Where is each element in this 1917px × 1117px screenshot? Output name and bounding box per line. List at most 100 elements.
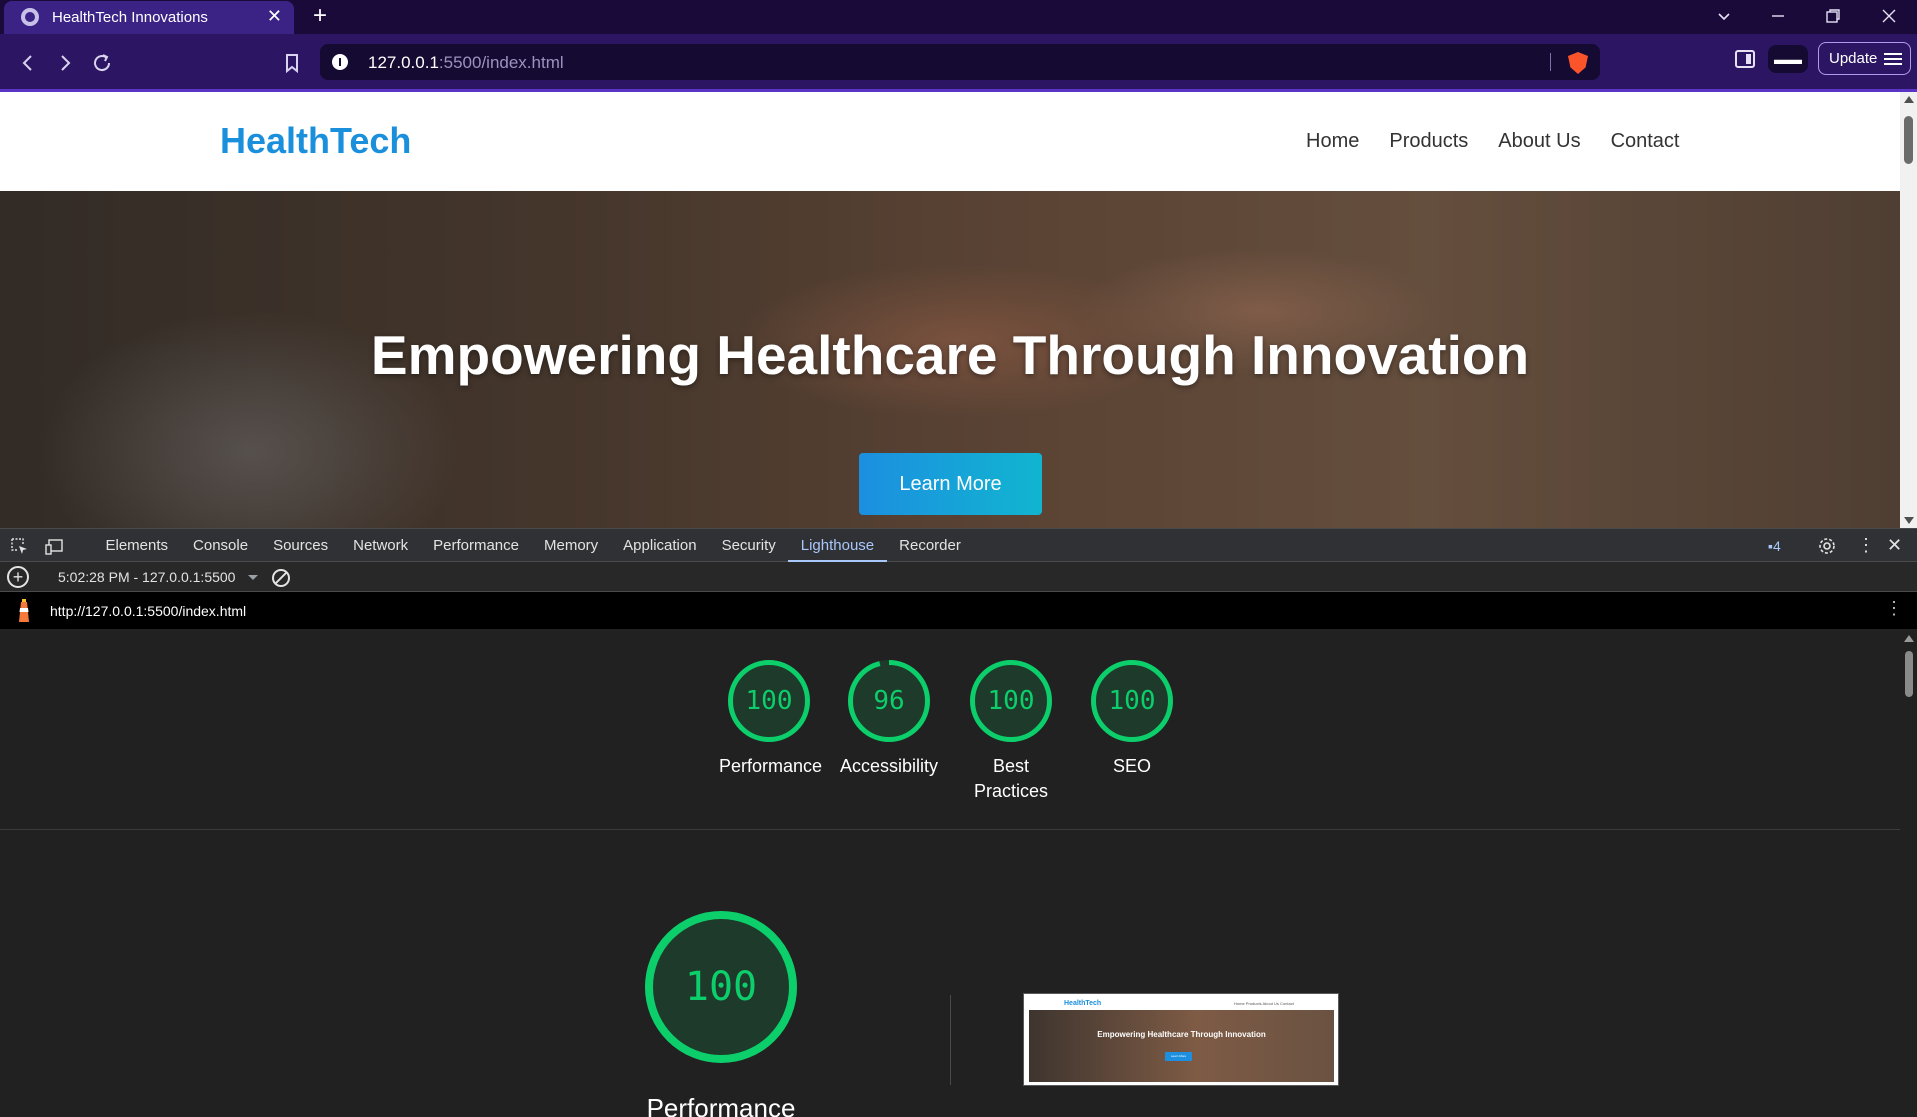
tab-elements[interactable]: Elements [93, 529, 181, 563]
lighthouse-logo-icon [14, 598, 34, 624]
nav-link-products[interactable]: Products [1389, 130, 1468, 153]
back-icon[interactable] [16, 51, 40, 75]
thumb-header: HealthTech Home Products About Us Contac… [1029, 998, 1334, 1010]
browser-toolbar: 127.0.0.1:5500/index.html ▬▬ Update [0, 34, 1917, 92]
report-scrollbar[interactable] [1900, 629, 1917, 1117]
page-screenshot-thumbnail[interactable]: HealthTech Home Products About Us Contac… [1023, 993, 1339, 1086]
score-gauge-best-practices[interactable]: 100 Best Practices [961, 660, 1061, 804]
devtools-tabs: Elements Console Sources Network Perform… [93, 529, 973, 563]
minimize-icon[interactable] [1770, 8, 1786, 24]
thumb-hero: Empowering Healthcare Through Innovation… [1029, 1010, 1334, 1082]
lighthouse-toolbar: + 5:02:28 PM - 127.0.0.1:5500 [0, 562, 1917, 592]
scroll-down-icon[interactable] [1904, 517, 1914, 524]
nav-link-about[interactable]: About Us [1498, 130, 1580, 153]
scroll-up-icon[interactable] [1904, 96, 1914, 103]
browser-tab[interactable]: HealthTech Innovations ✕ [4, 1, 294, 34]
gauge-score: 96 [873, 686, 905, 716]
gauge-score: 100 [987, 686, 1035, 716]
browser-window: HealthTech Innovations ✕ + 127.0.0.1:550… [0, 0, 1917, 1117]
device-toolbar-icon[interactable] [45, 538, 63, 555]
brave-shields-icon[interactable] [1568, 52, 1588, 74]
gauge-ring: 100 [728, 660, 810, 742]
gauge-label: SEO [1112, 756, 1151, 776]
close-devtools-icon[interactable]: ✕ [1887, 535, 1902, 556]
nav-link-home[interactable]: Home [1306, 130, 1359, 153]
score-gauge-performance[interactable]: 100 Performance [719, 660, 823, 779]
hero-section: Empowering Healthcare Through Innovation… [0, 191, 1900, 528]
new-tab-icon[interactable]: + [313, 2, 327, 30]
report-url-bar: http://127.0.0.1:5500/index.html ⋮ [0, 592, 1917, 629]
main-score-label: Performance [646, 1093, 796, 1117]
close-tab-icon[interactable]: ✕ [267, 6, 282, 27]
report-selector[interactable]: 5:02:28 PM - 127.0.0.1:5500 [58, 569, 235, 585]
menu-icon [1884, 53, 1902, 65]
site-logo[interactable]: HealthTech [220, 120, 411, 162]
extension-icon[interactable]: ▬▬ [1768, 45, 1808, 73]
inspect-element-icon[interactable] [11, 538, 27, 554]
scroll-up-icon[interactable] [1904, 635, 1914, 642]
tab-performance[interactable]: Performance [421, 529, 532, 563]
gauge-label: Best Practices [973, 756, 1049, 801]
page-scrollbar[interactable] [1900, 92, 1917, 528]
gauge-ring: 100 [1091, 660, 1173, 742]
url-text[interactable]: 127.0.0.1:5500/index.html [368, 53, 564, 73]
gauge-ring: 96 [848, 660, 930, 742]
page-viewport: HealthTech Home Products About Us Contac… [0, 92, 1917, 528]
vertical-divider [950, 995, 951, 1085]
gauge-score: 100 [1108, 686, 1156, 716]
gauge-ring: 100 [970, 660, 1052, 742]
thumb-button: Learn More [1165, 1052, 1192, 1061]
tab-recorder[interactable]: Recorder [887, 529, 974, 563]
bookmark-icon[interactable] [280, 51, 304, 75]
gauge-label: Accessibility [839, 756, 939, 776]
forward-icon[interactable] [53, 51, 77, 75]
dropdown-caret-icon[interactable] [248, 575, 258, 580]
reload-icon[interactable] [90, 51, 114, 75]
gauge-label: Performance [719, 756, 823, 776]
report-menu-icon[interactable]: ⋮ [1885, 598, 1903, 619]
settings-gear-icon[interactable] [1818, 537, 1836, 560]
update-label: Update [1829, 50, 1878, 67]
sidebar-toggle-icon[interactable] [1735, 50, 1755, 68]
tab-sources[interactable]: Sources [261, 529, 341, 563]
new-report-icon[interactable]: + [7, 566, 29, 588]
section-divider [0, 829, 1900, 830]
issues-count: 4 [1772, 538, 1781, 554]
url-separator [1550, 53, 1551, 71]
devtools-tab-bar: Elements Console Sources Network Perform… [0, 528, 1917, 563]
score-gauge-accessibility[interactable]: 96 Accessibility [839, 660, 939, 779]
tab-memory[interactable]: Memory [532, 529, 611, 563]
tab-application[interactable]: Application [611, 529, 709, 563]
site-nav: Home Products About Us Contact [1306, 130, 1680, 153]
thumb-title: Empowering Healthcare Through Innovation [1097, 1030, 1266, 1039]
thumb-logo: HealthTech [1064, 1000, 1102, 1007]
site-header: HealthTech Home Products About Us Contac… [0, 92, 1900, 191]
hero-title: Empowering Healthcare Through Innovation [370, 324, 1530, 386]
globe-icon [21, 8, 39, 26]
tab-title: HealthTech Innovations [52, 9, 208, 26]
more-options-icon[interactable]: ⋮ [1857, 535, 1875, 556]
issues-badge[interactable]: ▪4 [1768, 538, 1781, 554]
scrollbar-thumb[interactable] [1905, 651, 1913, 697]
score-gauge-seo[interactable]: 100 SEO [1082, 660, 1182, 779]
close-window-icon[interactable] [1881, 8, 1897, 24]
update-button[interactable]: Update [1818, 42, 1911, 75]
report-url: http://127.0.0.1:5500/index.html [50, 603, 247, 619]
tab-search-icon[interactable] [1716, 8, 1732, 24]
tab-console[interactable]: Console [181, 529, 261, 563]
main-score: 100 [684, 964, 758, 1010]
learn-more-button[interactable]: Learn More [859, 453, 1042, 515]
performance-main-gauge: 100 [645, 911, 797, 1063]
clear-reports-icon[interactable] [272, 569, 290, 587]
tab-lighthouse[interactable]: Lighthouse [788, 529, 887, 563]
restore-icon[interactable] [1825, 8, 1841, 24]
gauge-score: 100 [745, 686, 793, 716]
tab-network[interactable]: Network [341, 529, 421, 563]
scrollbar-thumb[interactable] [1904, 116, 1913, 164]
tab-security[interactable]: Security [709, 529, 788, 563]
address-bar[interactable]: 127.0.0.1:5500/index.html [320, 44, 1600, 80]
site-info-icon[interactable] [332, 54, 348, 70]
nav-link-contact[interactable]: Contact [1611, 130, 1680, 153]
tab-strip: HealthTech Innovations ✕ + [0, 0, 1917, 34]
thumb-nav: Home Products About Us Contact [1234, 1001, 1294, 1006]
